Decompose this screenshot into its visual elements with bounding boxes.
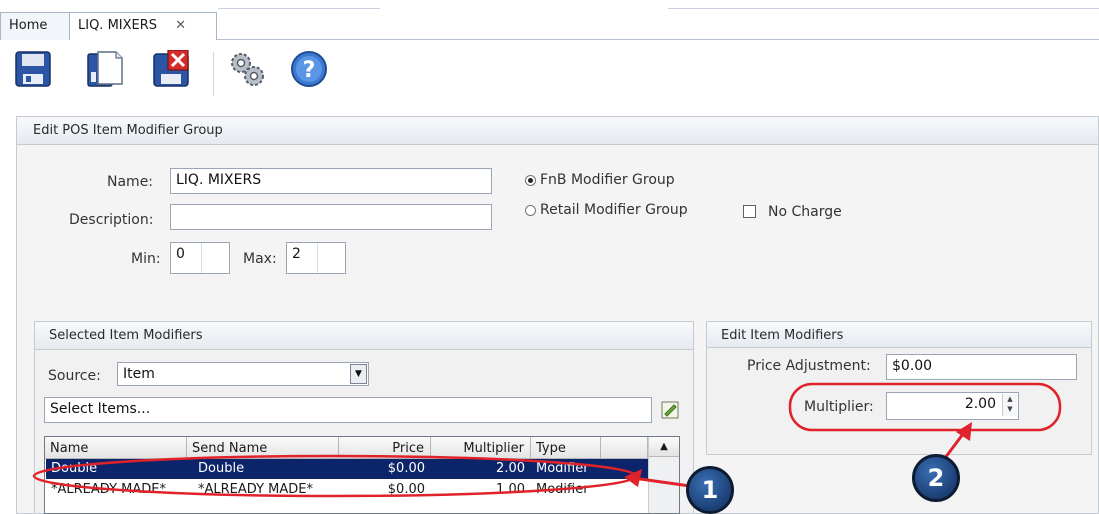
multiplier-field[interactable]: 2.00 ▲ ▼ — [886, 392, 1019, 420]
column-header-send-name[interactable]: Send Name — [187, 437, 339, 459]
edit-item-modifiers-header: Edit Item Modifiers — [707, 322, 1091, 348]
edit-item-modifiers-title: Edit Item Modifiers — [721, 328, 844, 343]
callout-1-icon: 1 — [686, 466, 734, 514]
cell-price: $0.00 — [387, 461, 425, 476]
cell-type: Modifier — [536, 461, 589, 476]
description-field[interactable] — [170, 204, 492, 230]
min-field-value: 0 — [176, 246, 185, 262]
min-label: Min: — [131, 251, 161, 267]
name-label: Name: — [107, 174, 154, 190]
grid-scrollbar[interactable]: ▲ — [648, 437, 679, 513]
selected-item-modifiers-header: Selected Item Modifiers — [35, 322, 693, 350]
description-label: Description: — [69, 212, 154, 228]
tab-liq-mixers-label: LIQ. MIXERS — [78, 18, 158, 33]
panel-title: Edit POS Item Modifier Group — [33, 123, 223, 138]
fnb-modifier-group-label: FnB Modifier Group — [540, 172, 675, 188]
multiplier-value: 2.00 — [964, 396, 996, 412]
fnb-modifier-group-radio[interactable] — [525, 175, 536, 186]
column-header-filler — [601, 437, 648, 459]
cell-send-name: Double — [198, 461, 245, 476]
settings-icon[interactable] — [228, 50, 266, 88]
selected-item-modifiers-title: Selected Item Modifiers — [49, 328, 203, 343]
retail-modifier-group-radio[interactable] — [525, 205, 536, 216]
max-field[interactable]: 2 — [286, 242, 346, 274]
tab-strip-top-line — [668, 8, 1099, 9]
name-field-value: LIQ. MIXERS — [176, 172, 262, 188]
source-label: Source: — [48, 368, 101, 384]
price-adjustment-label: Price Adjustment: — [747, 358, 871, 374]
no-charge-label: No Charge — [768, 204, 842, 220]
max-field-value: 2 — [292, 246, 301, 262]
cell-type: Modifier — [536, 482, 589, 497]
cell-name: *ALREADY MADE* — [51, 482, 166, 497]
select-items-field[interactable]: Select Items... — [44, 397, 652, 423]
cell-name: Double — [51, 461, 98, 476]
min-field[interactable]: 0 — [170, 242, 230, 274]
max-field-divider — [317, 243, 318, 273]
column-header-price[interactable]: Price — [339, 437, 431, 459]
toolbar-separator — [213, 52, 214, 96]
chevron-down-icon[interactable]: ▼ — [350, 364, 367, 384]
cell-multiplier: 1.00 — [496, 482, 525, 497]
tab-home[interactable]: Home — [0, 12, 70, 40]
multiplier-label: Multiplier: — [804, 399, 874, 415]
min-field-divider — [201, 243, 202, 273]
select-items-value: Select Items... — [50, 401, 151, 417]
price-adjustment-field[interactable]: $0.00 — [886, 354, 1077, 380]
cell-send-name: *ALREADY MADE* — [198, 482, 313, 497]
help-icon[interactable]: ? — [290, 50, 328, 88]
retail-modifier-group-label: Retail Modifier Group — [540, 202, 688, 218]
column-header-name[interactable]: Name — [45, 437, 187, 459]
edit-item-modifiers-panel: Edit Item Modifiers — [706, 321, 1092, 455]
save-icon[interactable] — [14, 50, 52, 88]
max-label: Max: — [243, 251, 277, 267]
close-tab-icon[interactable]: ✕ — [175, 18, 186, 33]
cell-multiplier: 2.00 — [496, 461, 525, 476]
tab-home-label: Home — [9, 18, 48, 33]
tab-liq-mixers[interactable]: LIQ. MIXERS ✕ — [69, 12, 217, 40]
modifiers-grid: Name Send Name Price Multiplier Type Dou… — [44, 436, 680, 514]
table-row-selected[interactable]: Double Double $0.00 2.00 Modifier — [46, 459, 648, 479]
panel-header: Edit POS Item Modifier Group — [17, 117, 1098, 145]
no-charge-checkbox[interactable] — [743, 205, 756, 218]
callout-2-icon: 2 — [912, 454, 960, 502]
column-header-multiplier[interactable]: Multiplier — [431, 437, 531, 459]
delete-icon[interactable] — [152, 50, 190, 88]
name-field[interactable]: LIQ. MIXERS — [170, 168, 492, 194]
cell-price: $0.00 — [387, 482, 425, 497]
source-select-value: Item — [123, 366, 155, 382]
table-row[interactable]: *ALREADY MADE* *ALREADY MADE* $0.00 1.00… — [46, 480, 648, 500]
new-icon[interactable] — [86, 50, 124, 88]
price-adjustment-value: $0.00 — [892, 358, 933, 374]
column-header-type[interactable]: Type — [531, 437, 601, 459]
multiplier-stepper[interactable]: ▲ ▼ — [1002, 394, 1017, 416]
tab-strip-top-line — [218, 8, 380, 9]
scroll-up-icon[interactable]: ▲ — [649, 437, 679, 457]
source-select[interactable]: Item ▼ — [117, 362, 369, 386]
help-icon-glyph: ? — [303, 58, 316, 83]
edit-list-icon[interactable] — [661, 401, 679, 419]
